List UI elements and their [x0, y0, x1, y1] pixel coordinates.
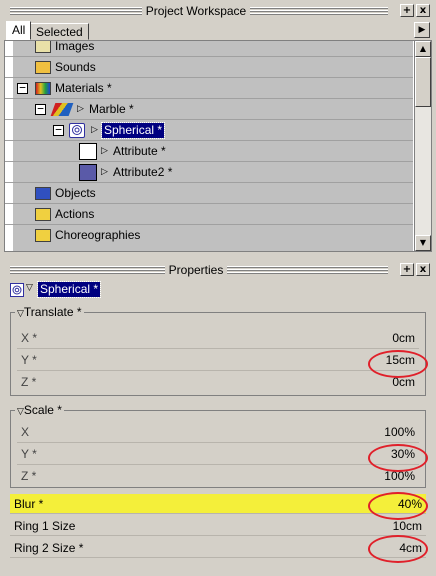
marble-icon [50, 103, 74, 116]
tree-item-label: Marble * [89, 102, 134, 116]
tree-item-label: Choreographies [55, 228, 141, 242]
titlebar-grip [10, 7, 388, 15]
scroll-thumb[interactable] [415, 57, 431, 107]
tab-selected[interactable]: Selected [30, 23, 89, 40]
scroll-down-icon[interactable]: ▼ [415, 235, 431, 251]
scale-z-row[interactable]: Z * 100% [17, 465, 419, 487]
scale-y-row[interactable]: Y * 30% [17, 443, 419, 465]
expand-triangle-icon: ▷ [101, 167, 108, 177]
property-value[interactable]: 15cm [386, 349, 415, 371]
tree-item-images[interactable]: Images [5, 40, 413, 57]
choreographies-icon [35, 229, 51, 242]
properties-close-button[interactable]: x [416, 263, 430, 276]
property-value[interactable]: 4cm [399, 538, 422, 558]
translate-group: ▽Translate * X * 0cm Y * 15cm Z * 0cm [10, 305, 426, 396]
property-value[interactable]: 100% [384, 465, 415, 487]
collapse-icon[interactable]: − [35, 103, 46, 115]
collapse-icon[interactable]: − [53, 124, 64, 136]
attribute-swatch [79, 143, 97, 160]
collapse-triangle-icon: ▽ [17, 308, 24, 318]
property-value[interactable]: 100% [384, 421, 415, 443]
expand-triangle-icon: ▷ [91, 125, 98, 135]
tree-item-label: Images [55, 40, 95, 53]
property-value[interactable]: 0cm [392, 371, 415, 393]
scale-title-text: Scale * [23, 403, 62, 417]
expand-triangle-icon: ▷ [77, 104, 84, 114]
ring1-size-row[interactable]: Ring 1 Size 10cm [10, 516, 426, 536]
workspace-titlebar[interactable]: Project Workspace + x [4, 3, 432, 19]
ring2-size-row[interactable]: Ring 2 Size * 4cm [10, 538, 426, 558]
objects-icon [35, 187, 51, 200]
property-key: Ring 1 Size [14, 519, 76, 533]
scale-x-row[interactable]: X 100% [17, 421, 419, 443]
tree-item-label: Attribute2 * [113, 165, 173, 179]
sounds-icon [35, 61, 51, 74]
scale-group-title[interactable]: ▽Scale * [15, 403, 64, 418]
tree-item-label: Spherical * [100, 122, 166, 139]
property-key: Y * [21, 353, 37, 367]
properties-titlebar[interactable]: Properties + x [4, 262, 432, 278]
materials-icon [35, 82, 51, 95]
workspace-tabs: All Selected ▶ [4, 20, 432, 40]
collapse-triangle-icon[interactable]: ▽ [26, 283, 33, 293]
collapse-triangle-icon: ▽ [17, 406, 24, 416]
translate-title-text: Translate * [23, 305, 82, 319]
property-value[interactable]: 30% [391, 443, 415, 465]
properties-header: ▽ Spherical * [4, 280, 432, 302]
scroll-up-icon[interactable]: ▲ [415, 41, 431, 57]
tree-item-label: Materials * [55, 81, 112, 95]
tree-item-sounds[interactable]: Sounds [5, 57, 413, 78]
translate-x-row[interactable]: X * 0cm [17, 327, 419, 349]
titlebar-grip [10, 266, 388, 274]
tree-item-materials[interactable]: − Materials * [5, 78, 413, 99]
translate-group-title[interactable]: ▽Translate * [15, 305, 84, 320]
tree-item-spherical[interactable]: − ▷ Spherical * [5, 120, 413, 141]
workspace-close-button[interactable]: x [416, 4, 430, 17]
translate-z-row[interactable]: Z * 0cm [17, 371, 419, 393]
tree-scrollbar[interactable]: ▲ ▼ [414, 41, 431, 251]
translate-y-row[interactable]: Y * 15cm [17, 349, 419, 371]
tree-item-label: Attribute * [113, 144, 166, 158]
tab-scroll-right-icon[interactable]: ▶ [414, 22, 430, 38]
attribute2-swatch [79, 164, 97, 181]
spherical-icon [10, 283, 24, 297]
property-key: X [21, 425, 30, 439]
tree-item-objects[interactable]: Objects [5, 183, 413, 204]
property-key: Y * [21, 447, 37, 461]
scale-group: ▽Scale * X 100% Y * 30% Z * 100% [10, 403, 426, 488]
expand-triangle-icon: ▷ [101, 146, 108, 156]
tree-item-label: Sounds [55, 60, 96, 74]
workspace-pin-button[interactable]: + [400, 4, 414, 17]
tree-item-actions[interactable]: Actions [5, 204, 413, 225]
property-key: Z * [21, 375, 37, 389]
property-value[interactable]: 10cm [393, 516, 422, 536]
property-key: Z * [21, 469, 37, 483]
collapse-icon[interactable]: − [17, 82, 28, 94]
tree-item-label: Actions [55, 207, 95, 221]
property-key: X * [21, 331, 38, 345]
tab-all[interactable]: All [6, 21, 32, 40]
property-key: Ring 2 Size * [14, 541, 84, 555]
properties-object-label: Spherical * [36, 281, 102, 298]
tree-item-marble[interactable]: − ▷ Marble * [5, 99, 413, 120]
workspace-tree[interactable]: Images Sounds − Materials * − ▷ Marble *… [4, 40, 432, 252]
property-value[interactable]: 0cm [392, 327, 415, 349]
tree-item-attribute2[interactable]: ▷ Attribute2 * [5, 162, 413, 183]
properties-pin-button[interactable]: + [400, 263, 414, 276]
actions-icon [35, 208, 51, 221]
property-key: Blur * [14, 497, 44, 511]
images-icon [35, 41, 51, 53]
blur-row[interactable]: Blur * 40% [10, 494, 426, 514]
tree-item-choreographies[interactable]: Choreographies [5, 225, 413, 246]
tree-item-label: Objects [55, 186, 96, 200]
tree-item-attribute[interactable]: ▷ Attribute * [5, 141, 413, 162]
property-value[interactable]: 40% [398, 494, 422, 514]
spherical-icon [69, 123, 85, 138]
